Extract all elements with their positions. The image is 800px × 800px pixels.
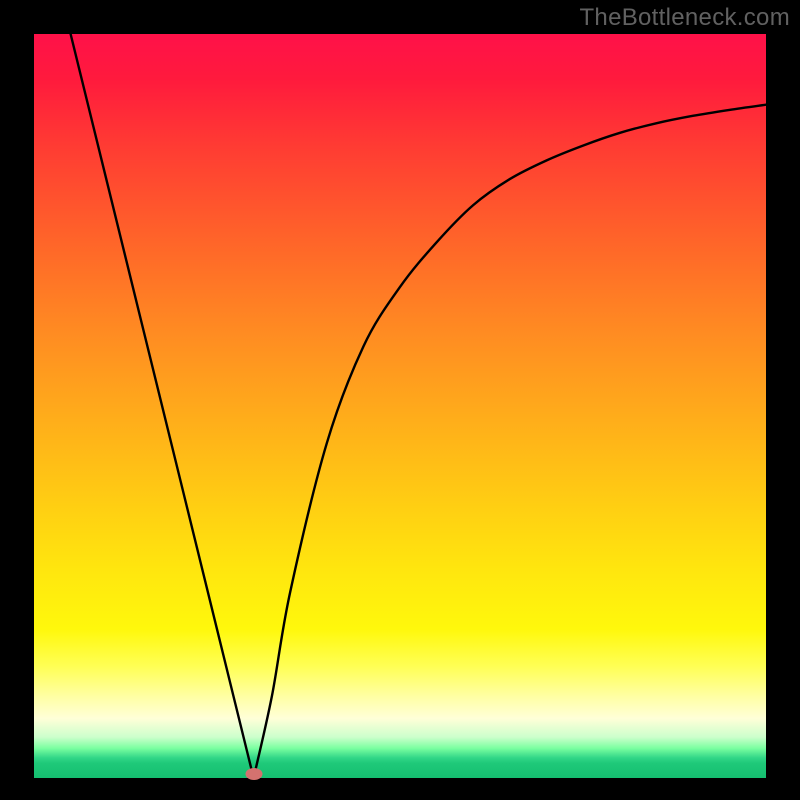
minimum-marker <box>245 768 262 780</box>
plot-area <box>34 34 766 778</box>
chart-frame: TheBottleneck.com <box>0 0 800 800</box>
bottleneck-curve <box>34 34 766 778</box>
watermark-text: TheBottleneck.com <box>579 4 790 32</box>
